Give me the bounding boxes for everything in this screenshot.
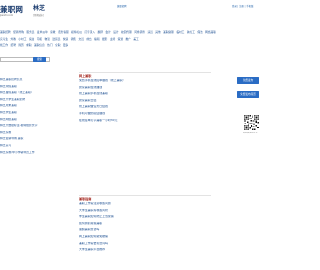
- category-link[interactable]: 推广: [125, 37, 130, 41]
- category-link[interactable]: 模特礼仪: [71, 30, 82, 34]
- category-link[interactable]: 兼职招聘: [0, 30, 11, 34]
- category-link[interactable]: 兼职助理: [163, 30, 174, 34]
- left-link[interactable]: 林芝兼职招聘信息: [0, 78, 70, 85]
- job-guide-panel: 兼职指南 兼职工作需注意哪些问题 大学生兼职有哪些风险 学生兼职如何防止上当受骗…: [79, 195, 211, 255]
- left-link[interactable]: 林芝大学生兼职招聘: [0, 98, 70, 105]
- category-row-3: 找工作 招聘 简历 求职 兼职信息 热门 全职 更多: [0, 43, 70, 48]
- category-link[interactable]: 钟点工: [187, 30, 195, 34]
- category-link[interactable]: 发单派单: [37, 30, 48, 34]
- category-link[interactable]: 全职: [55, 43, 60, 47]
- panel-link[interactable]: 暑假兼职靠谱吗: [79, 228, 211, 235]
- top-right-links[interactable]: 登录 | 注册 | 手机版: [232, 5, 253, 8]
- category-link[interactable]: 演员: [147, 30, 152, 34]
- category-link[interactable]: 销售: [71, 37, 76, 41]
- panel-link[interactable]: 免费手机在线接单赚钱（线上兼职）: [79, 79, 211, 86]
- category-link[interactable]: 问卷调查: [134, 30, 145, 34]
- left-link[interactable]: 林芝暑假兼职（线上兼职）: [0, 91, 70, 98]
- panel-link[interactable]: 大学生兼职有哪些风险: [79, 209, 211, 216]
- category-link[interactable]: 快递: [63, 37, 68, 41]
- current-city: 林芝: [33, 5, 46, 12]
- category-link[interactable]: 家教: [50, 30, 55, 34]
- category-link[interactable]: 找工作: [0, 43, 8, 47]
- post-job-button[interactable]: 免费发布: [237, 77, 259, 84]
- category-link[interactable]: 前台: [86, 37, 91, 41]
- left-link[interactable]: 林芝家教/中小学辅导员工作: [0, 151, 70, 158]
- category-link[interactable]: 网络兼职: [205, 30, 216, 34]
- category-link[interactable]: 促销导购: [13, 30, 24, 34]
- category-link[interactable]: 家政: [29, 37, 34, 41]
- left-link[interactable]: 林芝实习: [0, 144, 70, 151]
- panel-link[interactable]: 网上兼职如何避免被骗: [79, 235, 211, 242]
- left-link[interactable]: 林芝学生兼职: [0, 111, 70, 118]
- category-link[interactable]: 策划: [118, 37, 123, 41]
- qr-caption: 扫码关注公众号: [243, 132, 258, 134]
- top-nav-link[interactable]: 兼职招聘: [117, 5, 127, 8]
- category-link[interactable]: 物流: [45, 37, 50, 41]
- category-link[interactable]: 兼职信息: [34, 43, 45, 47]
- category-link[interactable]: 更多: [63, 43, 68, 47]
- category-link[interactable]: 送货员: [52, 37, 60, 41]
- online-jobs-panel: 网上兼职 免费手机在线接单赚钱（线上兼职） 居家兼职在线赚钱 线上兼职手机在线兼…: [79, 72, 211, 125]
- category-link[interactable]: 招聘: [11, 43, 16, 47]
- post-resume-button[interactable]: 免费发布简历: [237, 91, 259, 98]
- search-button[interactable]: 搜索: [33, 57, 46, 62]
- category-link[interactable]: 实习生: [0, 37, 8, 41]
- category-row-1: 兼职招聘 促销导购 服务员 发单派单 家教 话务客服 模特礼仪 打字录入 翻译 …: [0, 30, 218, 35]
- left-link[interactable]: 林芝寒假兼职: [0, 85, 70, 92]
- panel-link[interactable]: 居家兼职在线赚钱: [79, 86, 211, 93]
- site-logo-subtitle: jianzhi.com: [0, 14, 14, 17]
- category-link[interactable]: 热门: [47, 43, 52, 47]
- left-link[interactable]: 林芝网络兼职: [0, 118, 70, 125]
- category-link[interactable]: 美工: [133, 37, 138, 41]
- panel-link[interactable]: 线上兼职手机在线兼职: [79, 92, 211, 99]
- category-link[interactable]: 会计: [105, 30, 110, 34]
- category-link[interactable]: 打字录入: [84, 30, 95, 34]
- category-link[interactable]: 翻译: [98, 30, 103, 34]
- qr-code-icon: [244, 115, 259, 130]
- left-link[interactable]: 林芝周末兼职: [0, 104, 70, 111]
- category-link[interactable]: 编辑: [94, 37, 99, 41]
- category-row-2: 实习生 外教 小时工 家政 司机 物流 送货员 快递 销售 文员 前台 编辑 摄…: [0, 37, 140, 42]
- category-link[interactable]: 外教: [11, 37, 16, 41]
- panel-link[interactable]: 在线接单打字兼职一小时30元: [79, 119, 211, 126]
- category-link[interactable]: 设计: [113, 30, 118, 34]
- category-link[interactable]: 司机: [37, 37, 42, 41]
- panel-link[interactable]: 大学生兼职平台推荐: [79, 248, 211, 255]
- panel-link[interactable]: 居家兼职日结: [79, 99, 211, 106]
- category-link[interactable]: 文员: [79, 37, 84, 41]
- category-link[interactable]: 简历: [18, 43, 23, 47]
- category-link[interactable]: 其他: [155, 30, 160, 34]
- category-link[interactable]: 主持: [110, 37, 115, 41]
- category-link[interactable]: 摄影: [102, 37, 107, 41]
- category-link[interactable]: 服务员: [26, 30, 34, 34]
- category-link[interactable]: 话务客服: [58, 30, 69, 34]
- category-link[interactable]: 保洁: [197, 30, 202, 34]
- panel-link[interactable]: 如何辨别真假兼职: [79, 222, 211, 229]
- switch-city-link[interactable]: [切换城市]: [33, 14, 44, 17]
- panel-link[interactable]: 线上兼职做任务日结钱: [79, 105, 211, 112]
- left-link[interactable]: 林芝促销导购 兼职: [0, 137, 70, 144]
- category-link[interactable]: 求职: [26, 43, 31, 47]
- category-link[interactable]: 小时工: [18, 37, 26, 41]
- panel-link[interactable]: 手机可做的副业赚钱: [79, 112, 211, 119]
- category-link[interactable]: 校园代理: [121, 30, 132, 34]
- left-link[interactable]: 林芝家教: [0, 131, 70, 138]
- panel-link[interactable]: 学生兼职如何防止上当受骗: [79, 215, 211, 222]
- panel-link[interactable]: 兼职工作需要签合同吗: [79, 242, 211, 249]
- panel-link[interactable]: 兼职工作需注意哪些问题: [79, 202, 211, 209]
- left-link[interactable]: 林芝大数据标注-模特摄影文字: [0, 124, 70, 131]
- category-bar: 兼职招聘 促销导购 服务员 发单派单 家教 话务客服 模特礼仪 打字录入 翻译 …: [0, 30, 259, 50]
- category-link[interactable]: 临时工: [176, 30, 184, 34]
- left-link-list: 林芝兼职招聘信息 林芝寒假兼职 林芝暑假兼职（线上兼职） 林芝大学生兼职招聘 林…: [0, 78, 70, 157]
